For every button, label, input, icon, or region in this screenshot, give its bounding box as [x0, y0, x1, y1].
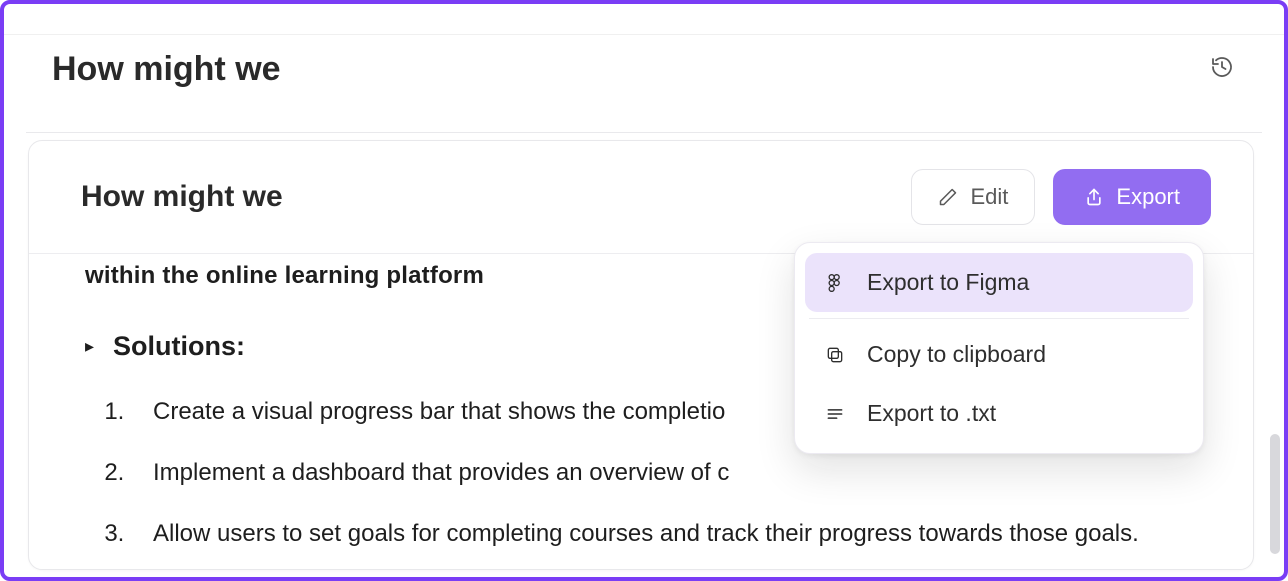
export-dropdown: Export to Figma Copy to clipboard Export… — [794, 242, 1204, 454]
list-item: Implement a dashboard that provides an o… — [131, 454, 1197, 491]
header-divider — [26, 132, 1262, 133]
dropdown-item-figma[interactable]: Export to Figma — [805, 253, 1193, 312]
history-icon — [1210, 55, 1234, 84]
edit-button-label: Edit — [970, 186, 1008, 208]
card-title: How might we — [81, 180, 283, 214]
share-up-icon — [1084, 187, 1104, 207]
export-button[interactable]: Export — [1053, 169, 1211, 225]
page-title: How might we — [52, 50, 281, 89]
solutions-heading: Solutions: — [113, 328, 245, 364]
page-header: How might we — [52, 50, 1236, 89]
dropdown-separator — [809, 318, 1189, 319]
card-header: How might we Edit — [29, 141, 1253, 253]
export-button-label: Export — [1116, 186, 1180, 208]
edit-button[interactable]: Edit — [911, 169, 1035, 225]
scrollbar[interactable] — [1270, 434, 1280, 554]
dropdown-item-label: Copy to clipboard — [867, 341, 1046, 368]
history-button[interactable] — [1208, 56, 1236, 84]
dropdown-item-label: Export to Figma — [867, 269, 1029, 296]
card-actions: Edit Export — [911, 169, 1211, 225]
top-hairline — [4, 34, 1284, 35]
dropdown-item-clipboard[interactable]: Copy to clipboard — [805, 325, 1193, 384]
app-frame: How might we How might we — [0, 0, 1288, 581]
figma-icon — [823, 273, 847, 293]
text-lines-icon — [823, 404, 847, 424]
dropdown-item-txt[interactable]: Export to .txt — [805, 384, 1193, 443]
copy-icon — [823, 345, 847, 365]
dropdown-item-label: Export to .txt — [867, 400, 996, 427]
list-item: Allow users to set goals for completing … — [131, 515, 1197, 552]
pencil-icon — [938, 187, 958, 207]
disclosure-triangle-icon: ▸ — [85, 334, 99, 358]
